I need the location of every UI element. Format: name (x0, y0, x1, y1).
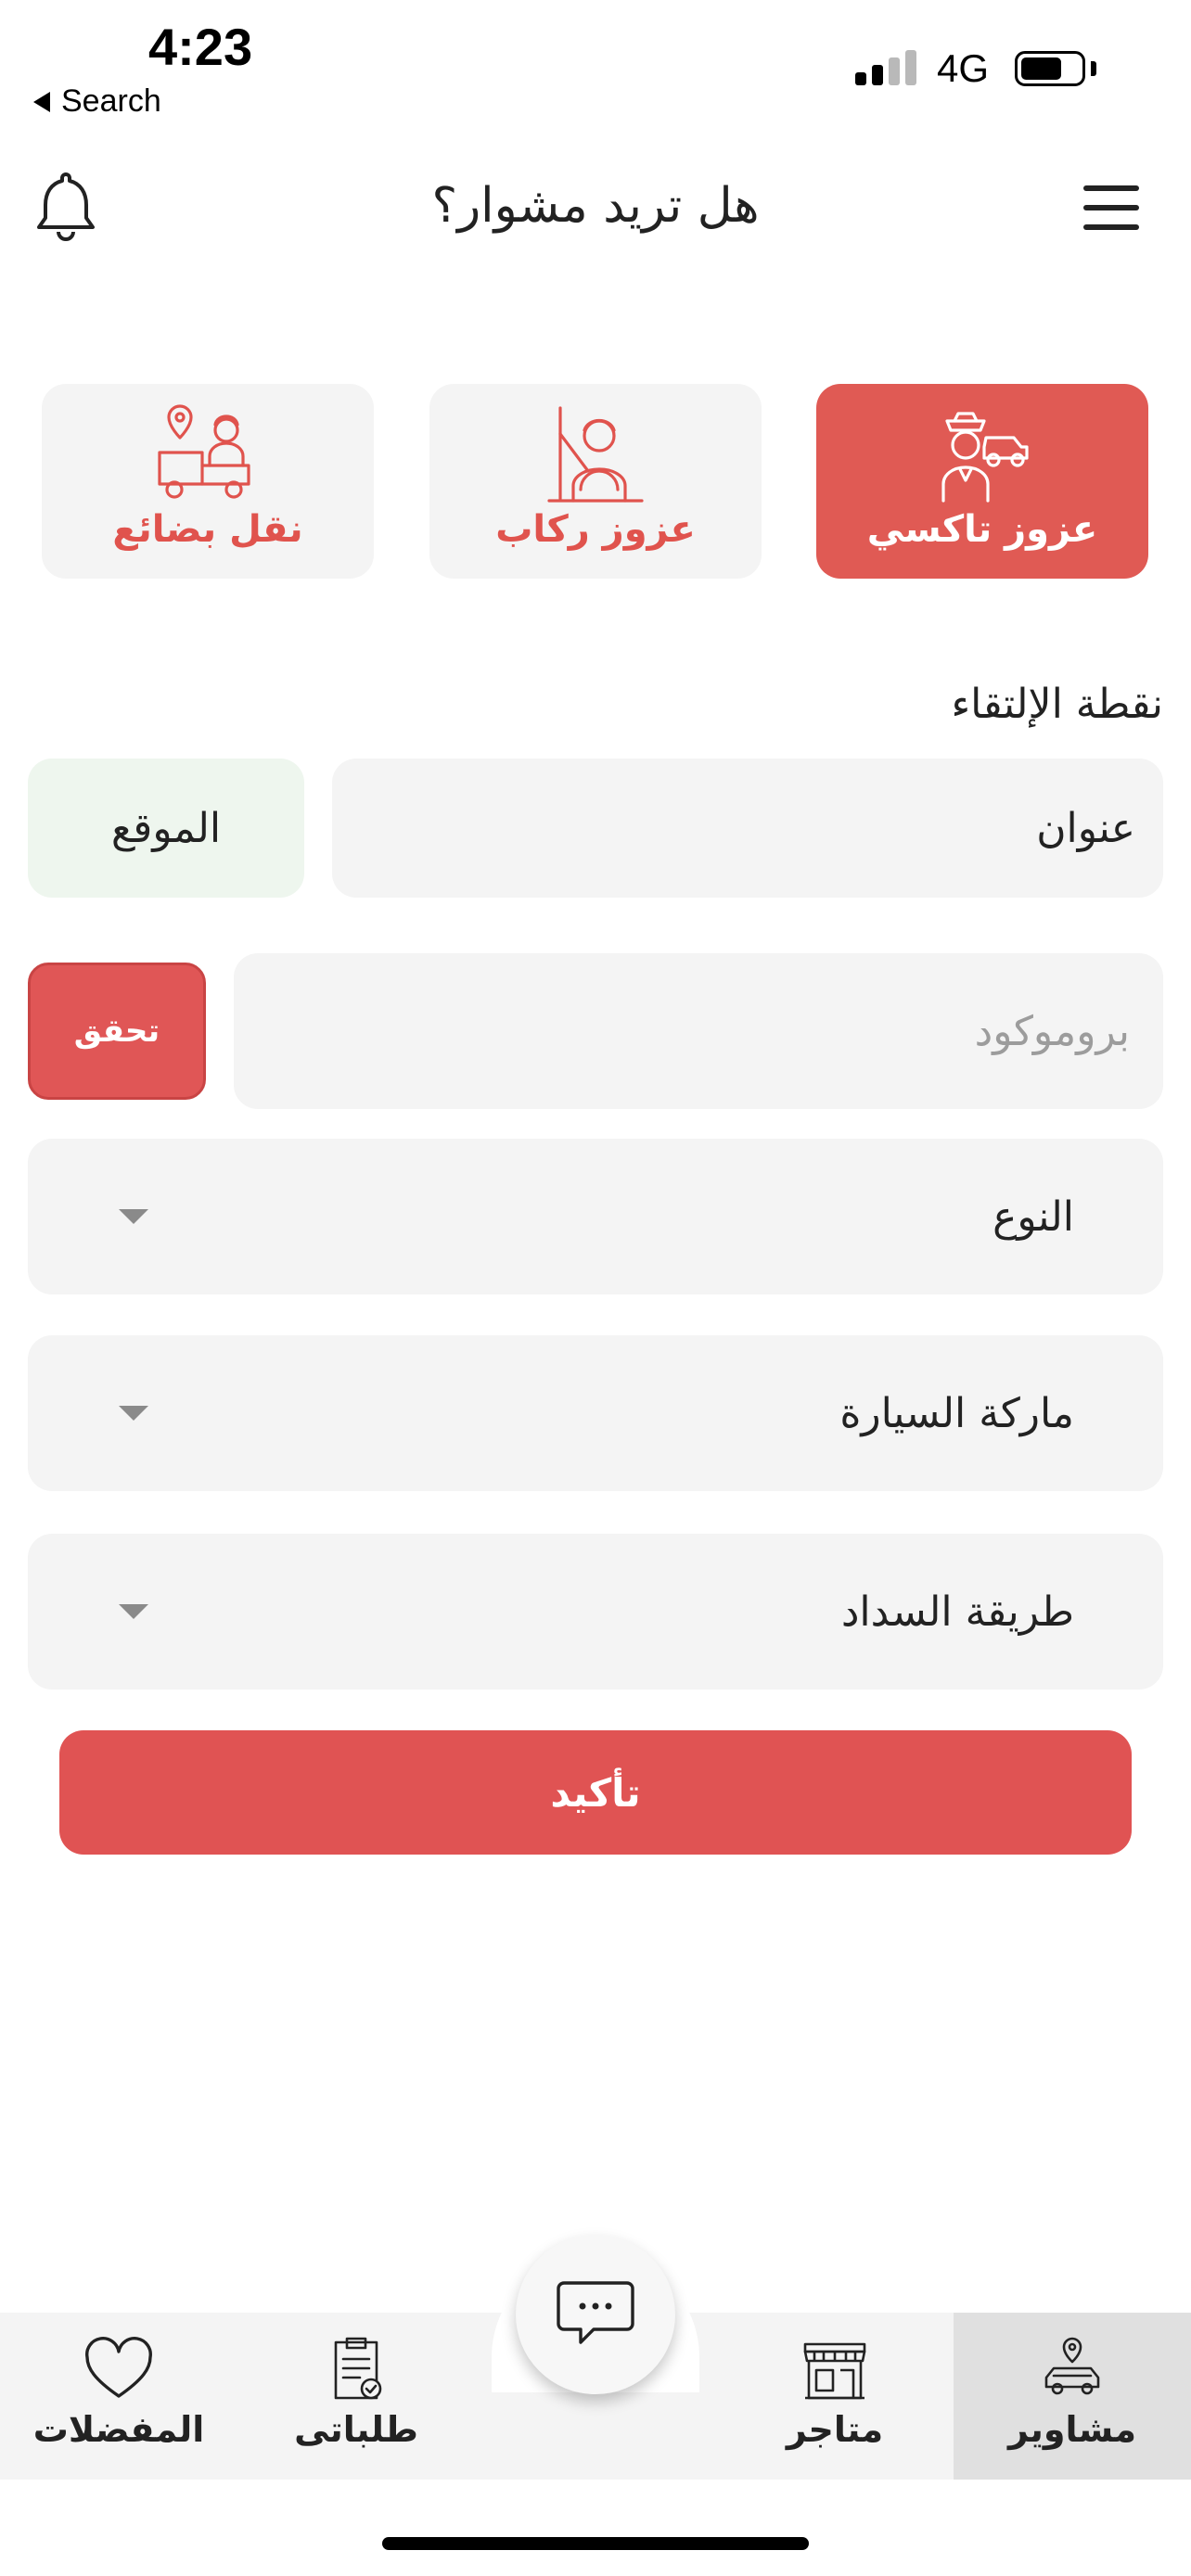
battery-cap (1091, 61, 1096, 76)
nav-item-trips[interactable]: مشاوير (954, 2313, 1191, 2480)
confirm-button[interactable]: تأكيد (59, 1730, 1132, 1855)
back-arrow-icon (33, 91, 50, 112)
verify-promo-button[interactable]: تحقق (28, 963, 206, 1100)
service-card-taxi[interactable]: عزوز تاكسي (816, 384, 1148, 579)
car-brand-dropdown[interactable]: ماركة السيارة (28, 1335, 1163, 1491)
address-field[interactable]: عنوان (332, 759, 1163, 898)
nav-label-stores: متاجر (786, 2409, 884, 2450)
service-label-passengers: عزوز ركاب (495, 508, 696, 551)
pickup-section-label: نقطة الإلتقاء (951, 681, 1163, 728)
battery-icon (1015, 51, 1085, 86)
taxi-driver-icon (941, 412, 1029, 503)
service-label-taxi: عزوز تاكسي (866, 508, 1098, 551)
nav-item-orders[interactable]: طلباتى (237, 2313, 475, 2480)
nav-label-orders: طلباتى (294, 2409, 418, 2450)
promo-code-input[interactable]: بروموكود (234, 953, 1163, 1109)
service-label-cargo: نقل بضائع (112, 508, 303, 551)
page-title: هل تريد مشوار؟ (431, 178, 760, 234)
clipboard-check-icon (334, 2337, 382, 2400)
chat-button[interactable] (516, 2235, 675, 2394)
service-card-passengers[interactable]: عزوز ركاب (429, 384, 762, 579)
chevron-down-icon (119, 1604, 148, 1619)
hamburger-menu-icon[interactable] (1083, 185, 1139, 230)
signal-strength-icon (855, 50, 916, 85)
car-location-icon (1044, 2337, 1100, 2395)
chat-bubble-icon (557, 2281, 634, 2344)
back-label: Search (61, 83, 161, 119)
chevron-down-icon (119, 1209, 148, 1224)
nav-label-favorites: المفضلات (32, 2409, 205, 2450)
address-value: عنوان (1036, 804, 1135, 852)
car-brand-dropdown-label: ماركة السيارة (839, 1389, 1074, 1437)
bell-icon[interactable] (33, 169, 98, 245)
network-type: 4G (937, 46, 990, 90)
nav-label-trips: مشاوير (1008, 2409, 1136, 2450)
cargo-truck-icon (158, 404, 250, 499)
heart-icon (85, 2337, 152, 2398)
nav-item-favorites[interactable]: المفضلات (0, 2313, 237, 2480)
payment-method-dropdown[interactable]: طريقة السداد (28, 1534, 1163, 1690)
home-indicator (382, 2537, 809, 2550)
location-button[interactable]: الموقع (28, 759, 304, 898)
service-card-cargo[interactable]: نقل بضائع (42, 384, 374, 579)
type-dropdown-label: النوع (992, 1192, 1074, 1241)
back-to-search[interactable]: Search (33, 83, 161, 120)
type-dropdown[interactable]: النوع (28, 1139, 1163, 1294)
storefront-icon (803, 2342, 866, 2400)
passenger-driver-icon (547, 406, 644, 503)
promo-placeholder: بروموكود (974, 1007, 1130, 1055)
nav-item-stores[interactable]: متاجر (716, 2313, 954, 2480)
payment-method-dropdown-label: طريقة السداد (840, 1588, 1074, 1636)
status-time: 4:23 (148, 18, 253, 76)
chevron-down-icon (119, 1406, 148, 1421)
